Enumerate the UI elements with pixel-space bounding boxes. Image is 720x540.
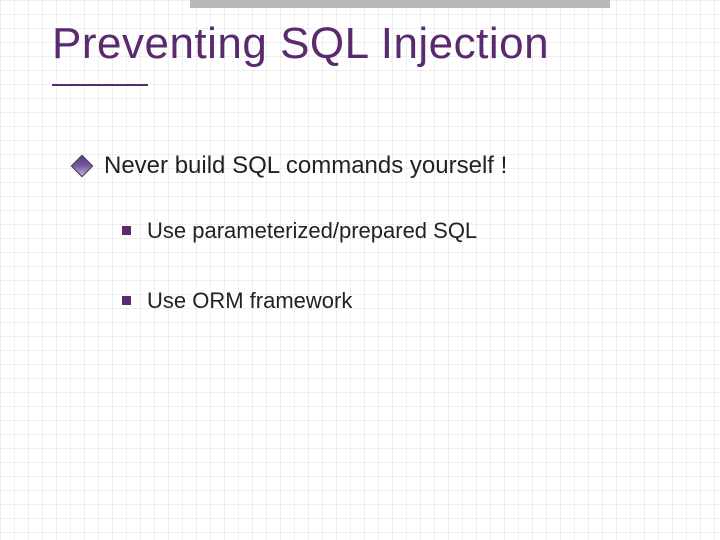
bullet-text: Use parameterized/prepared SQL [147,216,477,246]
slide-top-shadow [190,0,610,8]
bullet-level2: Use ORM framework [122,286,680,316]
bullet-level1: Never build SQL commands yourself ! [74,150,680,182]
diamond-bullet-icon [71,155,94,178]
bullet-text: Use ORM framework [147,286,352,316]
square-bullet-icon [122,226,131,235]
title-underline [52,84,148,86]
content-area: Never build SQL commands yourself ! Use … [74,150,680,356]
bullet-level2: Use parameterized/prepared SQL [122,216,680,246]
title-area: Preventing SQL Injection [52,20,680,68]
slide-title: Preventing SQL Injection [52,20,680,68]
square-bullet-icon [122,296,131,305]
slide: Preventing SQL Injection Never build SQL… [0,0,720,540]
bullet-text: Never build SQL commands yourself ! [104,150,507,182]
